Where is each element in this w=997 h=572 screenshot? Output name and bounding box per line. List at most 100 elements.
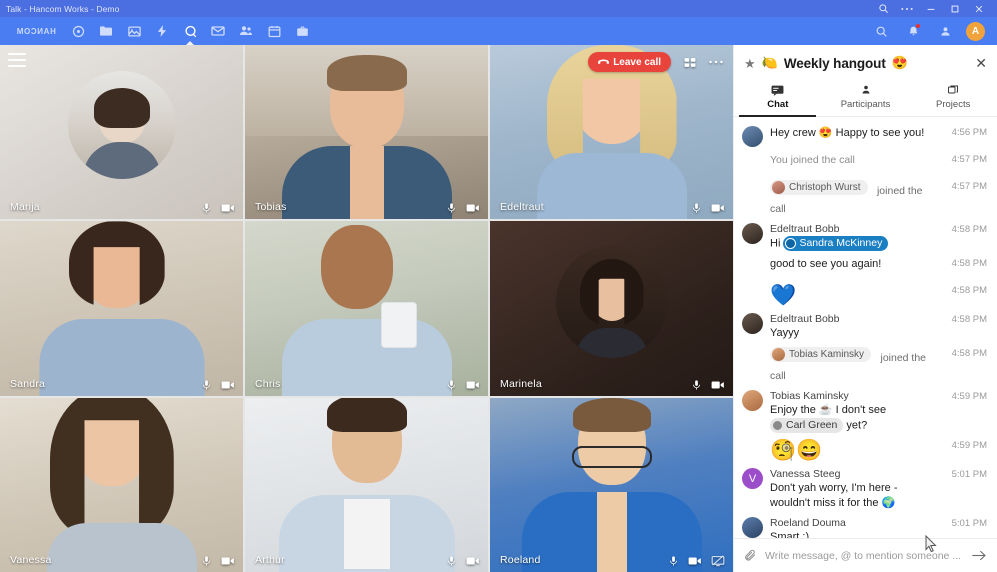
nav-contacts-icon[interactable] <box>934 20 956 42</box>
nav-item-calendar[interactable] <box>260 17 288 45</box>
mention-name: Carl Green <box>786 419 838 432</box>
nav-item-files[interactable] <box>92 17 120 45</box>
camera-icon[interactable] <box>466 555 480 567</box>
chat-message: Hey crew 😍 Happy to see you! 4:56 PM <box>734 123 997 150</box>
camera-icon[interactable] <box>711 379 725 391</box>
avatar <box>742 390 763 412</box>
message-time: 4:56 PM <box>951 127 987 138</box>
nav-item-photos[interactable] <box>120 17 148 45</box>
participant-tile[interactable]: Tobias <box>245 45 488 220</box>
leave-call-button[interactable]: Leave call <box>588 52 671 72</box>
phone-hangup-icon <box>598 59 610 64</box>
send-arrow-icon[interactable] <box>971 549 987 562</box>
mouse-cursor <box>925 534 937 558</box>
microphone-icon[interactable] <box>446 201 457 215</box>
user-pill[interactable]: Tobias Kaminsky <box>770 347 872 363</box>
avatar-spacer <box>742 153 763 174</box>
camera-icon[interactable] <box>221 202 235 214</box>
titlebar-search-icon[interactable] <box>871 0 895 17</box>
microphone-icon[interactable] <box>201 201 212 215</box>
nav-item-dashboard[interactable] <box>64 17 92 45</box>
avatar <box>742 126 763 147</box>
participant-tile[interactable]: Sandra <box>0 221 243 396</box>
microphone-icon[interactable] <box>691 201 702 215</box>
chat-message: V Vanessa Steeg Don't yah worry, I'm her… <box>734 465 997 514</box>
nav-search-icon[interactable] <box>870 20 892 42</box>
maximize-button[interactable] <box>943 0 967 17</box>
grid-view-icon[interactable] <box>683 56 697 69</box>
message-time: 4:58 PM <box>951 348 987 360</box>
tab-projects[interactable]: Projects <box>909 79 997 116</box>
chat-icon <box>771 84 784 96</box>
close-button[interactable] <box>967 0 991 17</box>
avatar-spacer <box>742 439 763 460</box>
participant-tile[interactable]: Marinela <box>490 221 733 396</box>
participant-name: Edeltraut <box>500 201 544 214</box>
participant-tile[interactable]: Chris <box>245 221 488 396</box>
mention-pill[interactable]: Carl Green <box>770 418 844 434</box>
microphone-icon[interactable] <box>446 378 457 392</box>
chat-tabs: Chat Participants Projects <box>734 79 997 117</box>
camera-icon[interactable] <box>711 202 725 214</box>
star-icon[interactable]: ★ <box>744 57 756 70</box>
call-more-icon[interactable] <box>709 60 723 64</box>
screen-share-off-icon[interactable] <box>711 555 725 567</box>
message-time: 5:01 PM <box>951 469 987 481</box>
titlebar-more-icon[interactable] <box>895 0 919 17</box>
message-suffix: yet? <box>846 419 868 432</box>
participant-name: Tobias <box>255 201 287 214</box>
paperclip-icon[interactable] <box>744 549 757 562</box>
nav-item-mail[interactable] <box>204 17 232 45</box>
participant-tile[interactable]: Roeland <box>490 397 733 572</box>
camera-icon[interactable] <box>466 202 480 214</box>
nav-item-activity[interactable] <box>148 17 176 45</box>
microphone-icon[interactable] <box>201 554 212 568</box>
message-text: Yayyy <box>770 327 800 340</box>
participant-name: Marija <box>10 201 40 214</box>
microphone-icon[interactable] <box>201 378 212 392</box>
hamburger-icon[interactable] <box>8 53 26 67</box>
participant-grid: Marija Tobias Edeltraut Sandra Chris Mar… <box>0 45 733 572</box>
message-prefix: Enjoy the ☕ I don't see <box>770 404 887 417</box>
camera-icon[interactable] <box>221 555 235 567</box>
tab-participants-label: Participants <box>840 99 891 110</box>
user-pill[interactable]: Christoph Wurst <box>770 180 868 195</box>
microphone-icon[interactable] <box>691 378 702 392</box>
minimize-button[interactable] <box>919 0 943 17</box>
message-time: 4:59 PM <box>951 391 987 403</box>
message-text: Hey crew 😍 Happy to see you! <box>770 127 925 139</box>
mention-pill[interactable]: Sandra McKinney <box>783 236 889 251</box>
microphone-icon[interactable] <box>446 554 457 568</box>
participant-tile[interactable]: Vanessa <box>0 397 243 572</box>
message-time: 4:58 PM <box>951 258 987 270</box>
user-avatar[interactable]: A <box>966 21 985 41</box>
avatar-letter: V <box>748 472 757 485</box>
nav-right-controls: A <box>870 20 989 42</box>
nav-item-talk[interactable] <box>176 17 204 45</box>
participant-tile[interactable]: Marija <box>0 45 243 220</box>
pill-name: Tobias Kaminsky <box>789 349 865 361</box>
close-icon[interactable]: ✕ <box>975 56 987 70</box>
tab-projects-label: Projects <box>936 99 971 110</box>
camera-icon[interactable] <box>221 379 235 391</box>
nav-notifications-icon[interactable] <box>902 20 924 42</box>
message-author: Edeltraut Bobb <box>770 313 840 326</box>
microphone-icon[interactable] <box>668 554 679 568</box>
avatar-spacer <box>742 284 763 305</box>
participant-media-icons <box>201 554 235 568</box>
tab-chat[interactable]: Chat <box>734 79 822 117</box>
window-controls <box>871 0 991 17</box>
message-author: Tobias Kaminsky <box>770 390 849 403</box>
nav-item-contacts[interactable] <box>232 17 260 45</box>
tab-participants[interactable]: Participants <box>822 79 910 116</box>
title-bar: Talk - Hancom Works - Demo <box>0 0 997 17</box>
camera-icon[interactable] <box>688 555 702 567</box>
participant-name: Roeland <box>500 553 541 566</box>
message-text: Enjoy the ☕ I don't see Carl Green yet? <box>770 403 939 434</box>
message-list[interactable]: Hey crew 😍 Happy to see you! 4:56 PM You… <box>734 117 997 538</box>
avatar <box>742 223 763 244</box>
participant-tile[interactable]: Arthur <box>245 397 488 572</box>
chat-message: good to see you again! 4:58 PM <box>734 254 997 281</box>
nav-item-projects[interactable] <box>288 17 316 45</box>
camera-icon[interactable] <box>466 379 480 391</box>
